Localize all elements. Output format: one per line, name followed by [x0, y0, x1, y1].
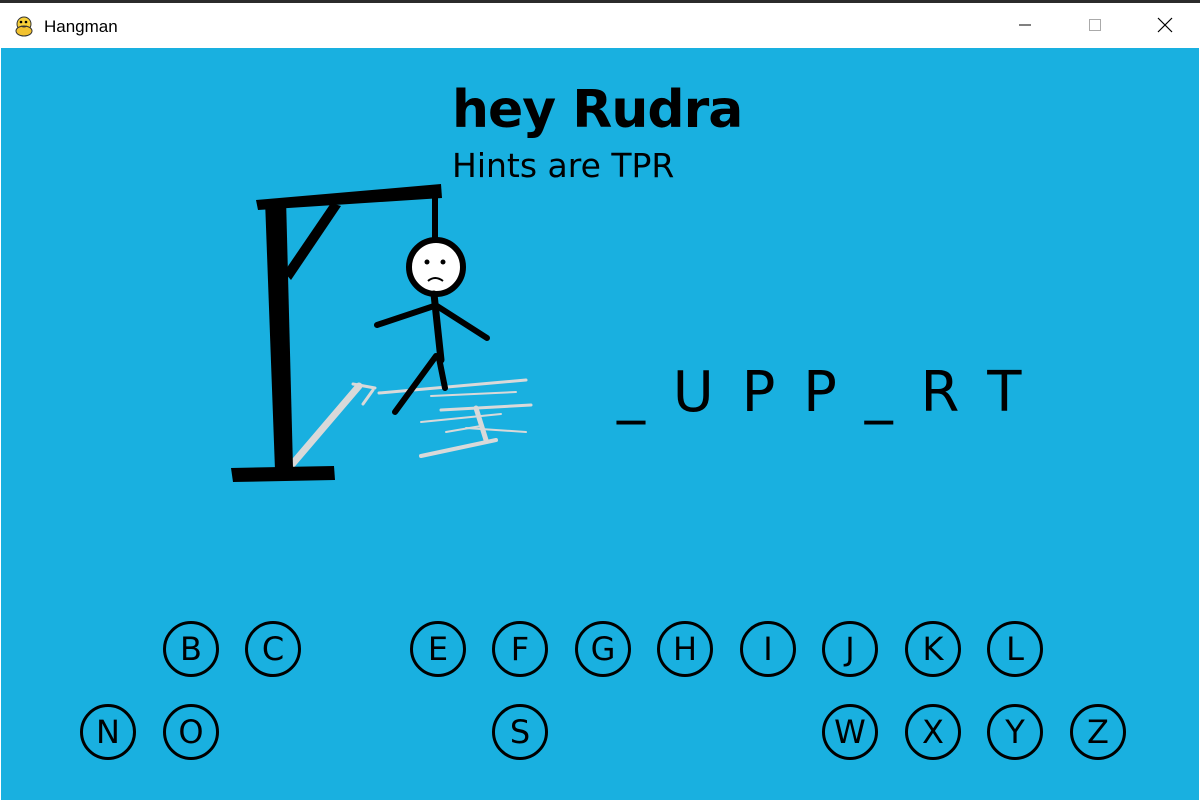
close-icon [1156, 16, 1174, 39]
letter-button-z[interactable]: Z [1070, 704, 1126, 760]
letter-button-f[interactable]: F [492, 621, 548, 677]
letter-button-i[interactable]: I [740, 621, 796, 677]
python-snake-icon [13, 15, 35, 37]
minimize-icon [1017, 17, 1033, 38]
close-button[interactable] [1130, 6, 1200, 48]
maximize-button[interactable] [1060, 6, 1130, 48]
window-title: Hangman [44, 17, 118, 36]
minimize-button[interactable] [990, 6, 1060, 48]
title-bar[interactable]: Hangman [0, 0, 1200, 48]
greeting-text: hey Rudra [452, 80, 743, 140]
letter-button-l[interactable]: L [987, 621, 1043, 677]
hint-text: Hints are TPR [452, 146, 675, 185]
letter-button-o[interactable]: O [163, 704, 219, 760]
letter-button-x[interactable]: X [905, 704, 961, 760]
hangman-window: Hangman hey Rudra Hints are TPR _ U P P … [0, 0, 1200, 801]
letter-button-s[interactable]: S [492, 704, 548, 760]
game-canvas: hey Rudra Hints are TPR _ U P P _ R T B … [1, 48, 1199, 800]
word-display: _ U P P _ R T [617, 360, 1027, 425]
letter-button-e[interactable]: E [410, 621, 466, 677]
gallows-icon [231, 184, 442, 482]
maximize-icon [1087, 17, 1103, 38]
letter-button-h[interactable]: H [657, 621, 713, 677]
letter-button-y[interactable]: Y [987, 704, 1043, 760]
letter-button-w[interactable]: W [822, 704, 878, 760]
letter-button-g[interactable]: G [575, 621, 631, 677]
letter-button-j[interactable]: J [822, 621, 878, 677]
letter-button-n[interactable]: N [80, 704, 136, 760]
letter-button-c[interactable]: C [245, 621, 301, 677]
letter-button-k[interactable]: K [905, 621, 961, 677]
letter-button-b[interactable]: B [163, 621, 219, 677]
